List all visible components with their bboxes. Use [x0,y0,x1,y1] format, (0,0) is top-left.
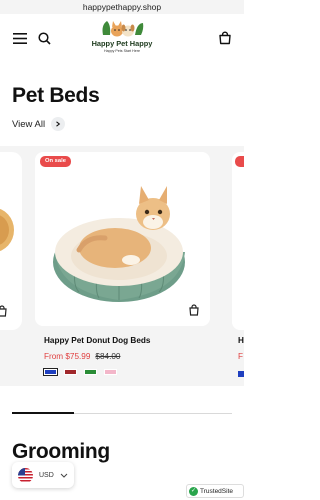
url-text: happypethappy.shop [82,2,162,12]
swatch-green[interactable] [84,369,97,375]
swatch-blue[interactable] [43,368,58,376]
site-header: Happy Pet Happy Happy Pets Start Here [0,14,244,64]
product-price-row: From $75.99 $84.00 [44,352,214,361]
view-all-link[interactable]: View All [12,117,66,131]
currency-code: USD [39,471,54,479]
check-icon: ✓ [189,486,198,496]
color-swatches [43,368,214,376]
trusted-label: TrustedSite [200,487,233,495]
section-title: Pet Beds [12,84,100,107]
trustedsite-badge[interactable]: ✓ TrustedSite [186,484,244,498]
product-title-next[interactable]: H [238,336,244,345]
carousel-progress-fill [12,412,74,414]
product-image [53,186,185,302]
product-image-previous [0,209,14,251]
sale-badge: On sale [40,156,71,167]
carousel-progress [12,412,232,414]
swatch-pink[interactable] [104,369,117,375]
cart-icon[interactable] [217,30,233,46]
arrow-right-icon [51,117,66,131]
view-all-label: View All [12,118,46,130]
product-card[interactable]: On sale [35,152,210,326]
chevron-down-icon [60,473,68,478]
logo-tagline: Happy Pets Start Here [104,49,140,53]
menu-icon[interactable] [12,30,28,46]
add-to-cart-icon[interactable] [188,304,200,316]
product-card-next[interactable] [232,152,244,330]
swatch-red[interactable] [64,369,77,375]
compare-price: $84.00 [95,352,121,361]
product-info: Happy Pet Donut Dog Beds From $75.99 $84… [43,336,214,376]
currency-selector[interactable]: USD [12,462,74,488]
product-title[interactable]: Happy Pet Donut Dog Beds [44,336,214,345]
sale-price-next: F [238,352,244,361]
logo-name: Happy Pet Happy [91,39,153,48]
sale-price: From $75.99 [44,352,91,361]
sale-badge-next [235,156,244,167]
search-icon[interactable] [36,30,52,46]
next-section-title: Grooming [12,440,110,463]
us-flag-icon [18,467,33,483]
product-card-previous[interactable] [0,152,22,330]
swatch-next[interactable] [238,371,244,377]
add-to-cart-icon[interactable] [0,305,8,317]
site-logo[interactable]: Happy Pet Happy Happy Pets Start Here [82,17,162,61]
browser-url-bar[interactable]: happypethappy.shop [0,0,244,14]
product-info-next: H F [238,336,244,377]
logo-pets-icon [102,21,144,37]
